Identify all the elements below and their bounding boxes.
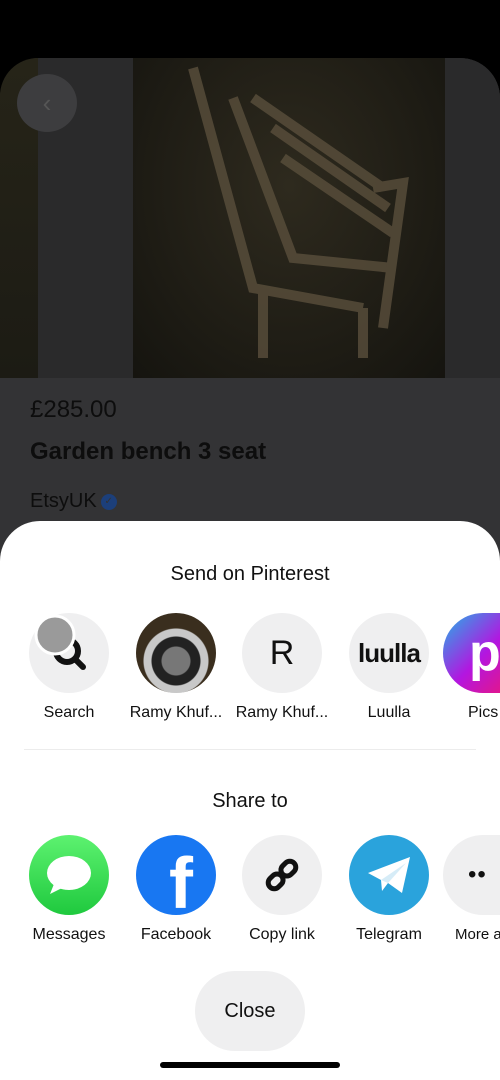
share-telegram[interactable]: Telegram (336, 835, 442, 944)
contact-label: Luulla (367, 704, 411, 721)
product-price: £285.00 (30, 396, 117, 423)
back-button[interactable]: ‹ (17, 74, 77, 132)
facebook-icon: f (169, 844, 193, 924)
verified-icon: ✓ (100, 493, 117, 510)
app-label: Copy link (249, 926, 315, 943)
seller-link[interactable]: EtsyUK ✓ (30, 490, 117, 513)
contact-label: Ramy Khuf... (129, 704, 223, 721)
contact-label: Pics (468, 704, 499, 721)
apps-row[interactable]: Messages f Facebook Copy link Telegram •… (0, 835, 500, 965)
link-icon (265, 858, 299, 892)
contact-label: Ramy Khuf... (235, 704, 329, 721)
close-button[interactable]: Close (195, 971, 305, 1051)
share-title: Share to (212, 790, 288, 812)
camera-avatar (136, 613, 216, 693)
contact-ramy-1[interactable]: Ramy Khuf... (123, 613, 229, 722)
contact-luulla[interactable]: luulla Luulla (336, 613, 442, 722)
app-label: Telegram (356, 926, 422, 943)
product-image-carousel[interactable]: ‹ (0, 58, 500, 378)
luulla-logo: luulla (349, 613, 429, 693)
send-title: Send on Pinterest (170, 563, 330, 585)
share-more[interactable]: •• More a (443, 835, 500, 943)
seller-name: EtsyUK (30, 490, 97, 512)
more-icon: •• (468, 861, 487, 888)
divider (24, 749, 476, 750)
initial-avatar: R (242, 613, 322, 693)
app-label: Messages (32, 926, 106, 943)
contact-picsart[interactable]: p Pics (443, 613, 500, 722)
share-sheet: Send on Pinterest Search Ramy Khuf... R … (0, 521, 500, 1080)
share-facebook[interactable]: f Facebook (123, 835, 229, 944)
search-icon (34, 614, 86, 670)
messages-icon (47, 856, 91, 894)
picsart-logo: p (443, 613, 500, 693)
telegram-icon (368, 857, 410, 893)
home-indicator (160, 1062, 340, 1068)
product-title: Garden bench 3 seat (30, 438, 267, 465)
contacts-row[interactable]: Search Ramy Khuf... R Ramy Khuf... luull… (0, 613, 500, 743)
app-label: Facebook (140, 926, 212, 943)
chevron-left-icon: ‹ (42, 87, 52, 118)
contact-search[interactable]: Search (16, 613, 122, 722)
contact-ramy-2[interactable]: R Ramy Khuf... (229, 613, 335, 722)
bench-illustration (188, 66, 409, 358)
product-image (133, 58, 445, 378)
app-label: More a (455, 926, 500, 943)
share-messages[interactable]: Messages (16, 835, 122, 944)
share-copy-link[interactable]: Copy link (229, 835, 335, 944)
contact-label: Search (43, 704, 95, 721)
